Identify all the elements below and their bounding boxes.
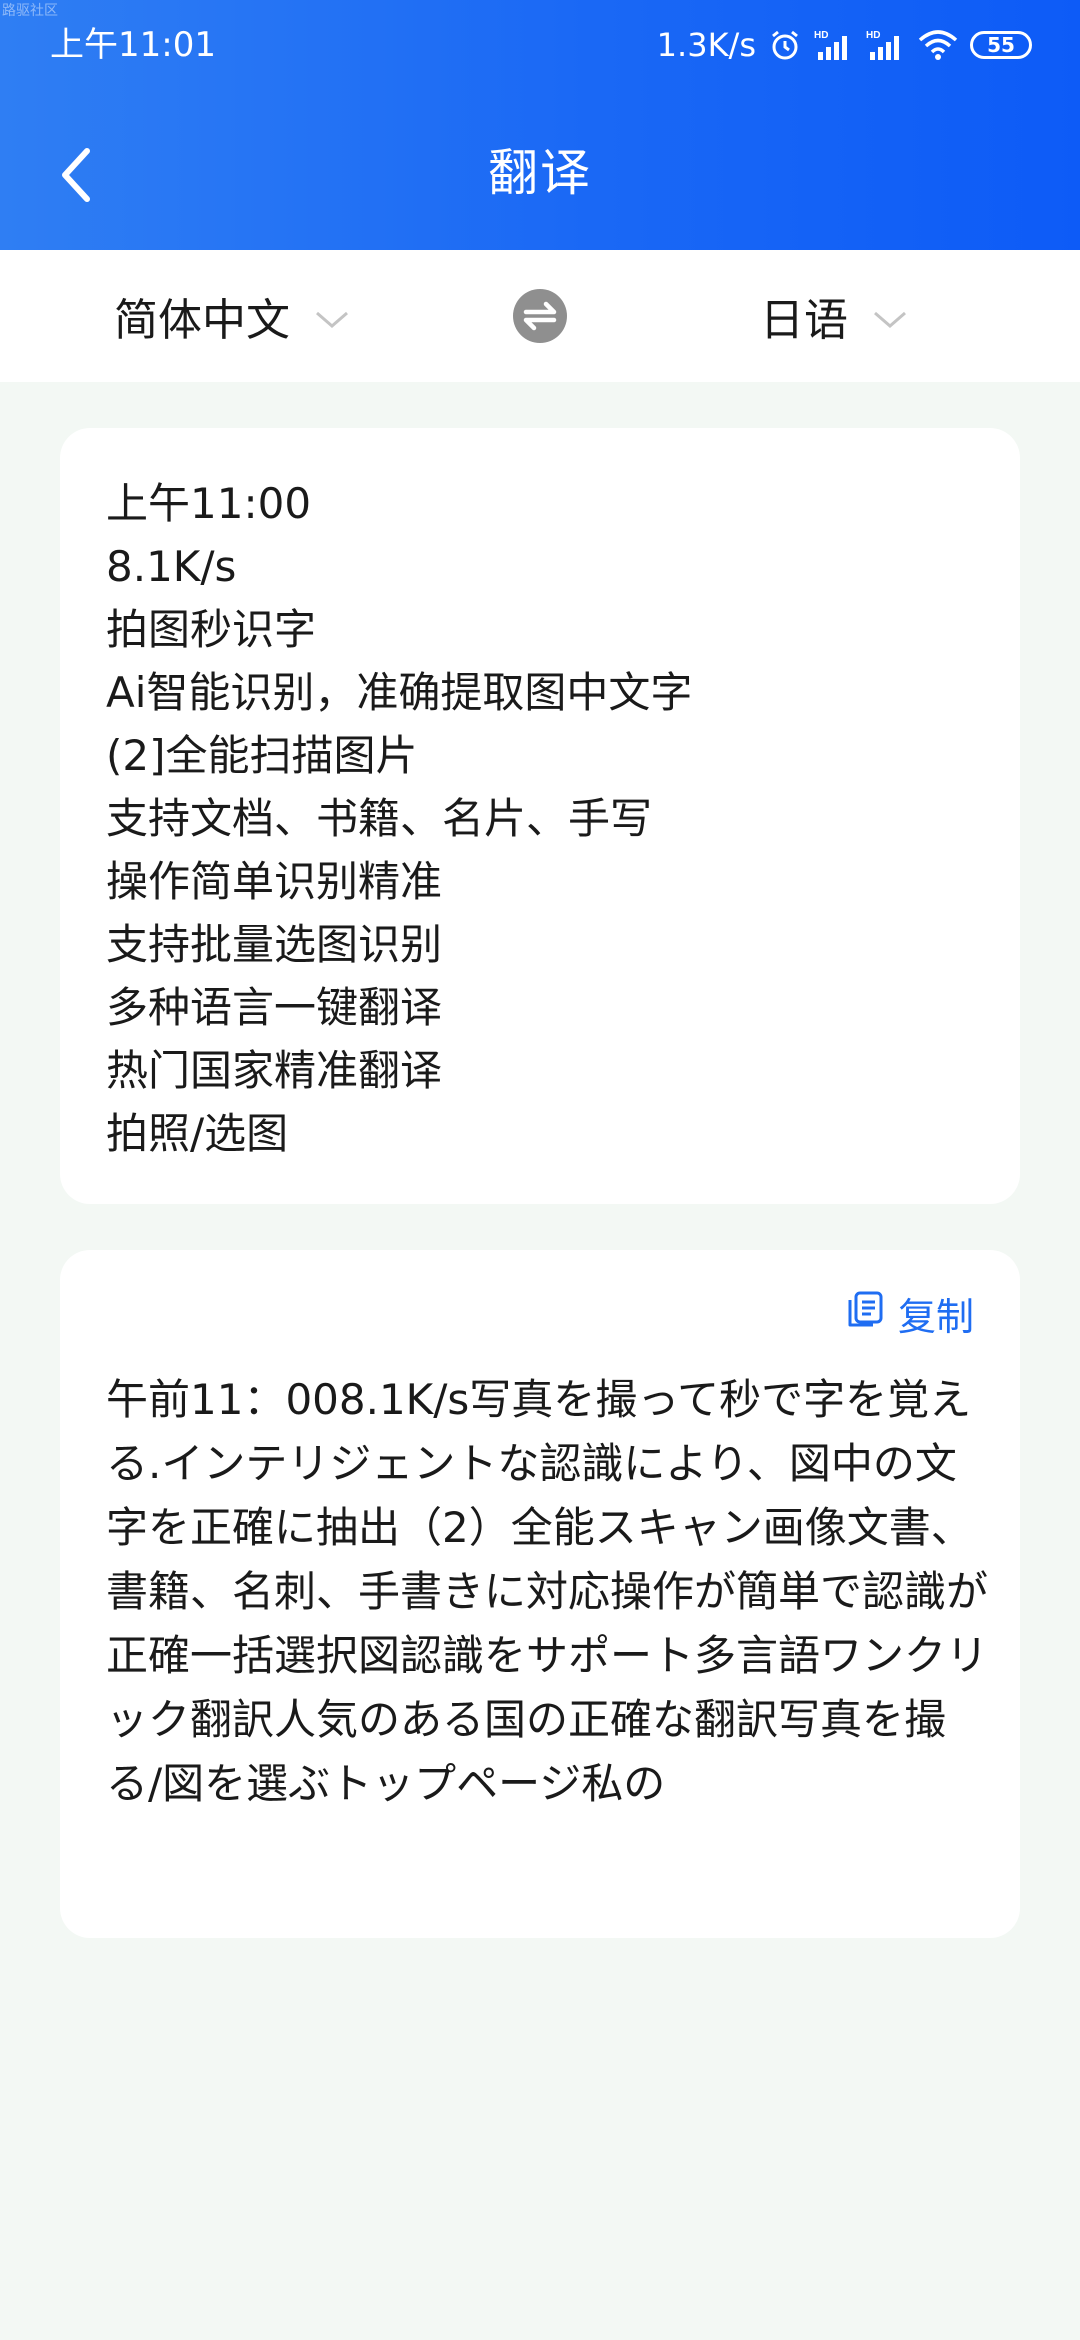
svg-text:HD: HD [814, 30, 828, 41]
source-text-line: 热门国家精准翻译 [106, 1046, 443, 1095]
source-text-line: 拍图秒识字 [106, 605, 317, 654]
chevron-down-icon [872, 291, 908, 342]
source-language-select[interactable]: 简体中文 [114, 280, 350, 352]
source-text-line: 拍照/选图 [106, 1109, 289, 1158]
app-header: 路驱社区 上午11:01 1.3K/s HD HD 55 翻译 [0, 0, 1080, 250]
source-text-line: 上午11:00 [106, 479, 312, 528]
network-speed: 1.3K/s [656, 26, 756, 64]
source-text-line: 操作简单识别精准 [106, 857, 443, 906]
page-title: 翻译 [488, 144, 592, 202]
source-text-line: 多种语言一键翻译 [106, 983, 443, 1032]
alarm-icon [768, 28, 802, 62]
translation-result-text: 午前11：008.1K/s写真を撮って秒で字を覚える.インテリジェントな認識によ… [106, 1375, 989, 1808]
source-text-line: 支持批量选图识别 [106, 920, 443, 969]
wifi-icon [918, 28, 958, 62]
signal-hd-icon: HD [814, 28, 854, 62]
target-language-select[interactable]: 日语 [760, 280, 908, 352]
signal-hd-icon: HD [866, 28, 906, 62]
title-bar: 翻译 [0, 120, 1080, 230]
source-text-card[interactable]: 上午11:00 8.1K/s 拍图秒识字 Ai智能识别，准确提取图中文字 (2]… [60, 428, 1020, 1204]
source-text-line: 8.1K/s [106, 542, 237, 591]
chevron-down-icon [314, 291, 350, 342]
source-text-line: 支持文档、书籍、名片、手写 [106, 794, 653, 843]
target-language-label: 日语 [760, 295, 848, 346]
status-bar: 上午11:01 1.3K/s HD HD 55 [0, 0, 1080, 90]
source-text-line: Ai智能识别，准确提取图中文字 [106, 668, 693, 717]
copy-button[interactable]: 复制 [846, 1286, 974, 1341]
source-language-label: 简体中文 [114, 295, 290, 346]
swap-icon [512, 289, 568, 348]
copy-label: 复制 [897, 1295, 974, 1339]
svg-text:HD: HD [866, 30, 880, 41]
status-indicators: 1.3K/s HD HD 55 [657, 22, 1032, 68]
copy-icon [846, 1290, 884, 1337]
status-time: 上午11:01 [50, 25, 216, 65]
source-text-line: (2]全能扫描图片 [106, 731, 418, 780]
battery-icon: 55 [970, 31, 1032, 59]
swap-language-button[interactable] [512, 288, 568, 344]
translation-result-card: 复制 午前11：008.1K/s写真を撮って秒で字を覚える.インテリジェントな認… [60, 1250, 1020, 1938]
